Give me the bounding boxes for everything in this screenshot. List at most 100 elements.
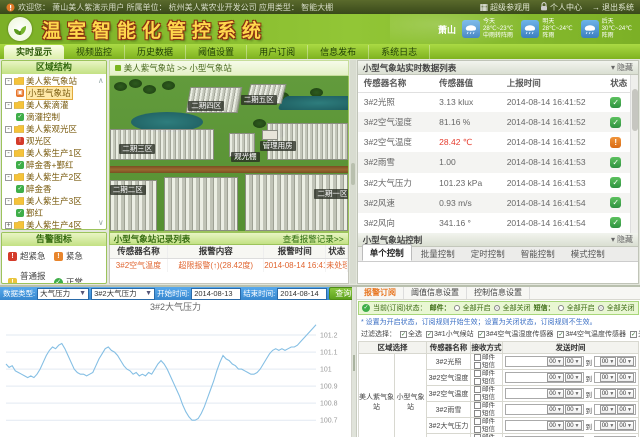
control-tab-3[interactable]: 智能控制 bbox=[514, 246, 562, 261]
checkbox-icon[interactable] bbox=[474, 354, 481, 361]
tree-toggle-icon[interactable]: - bbox=[5, 174, 12, 181]
checkbox-icon[interactable] bbox=[474, 394, 481, 401]
time-range-start-box[interactable]: 00▼00▼ bbox=[505, 404, 584, 415]
nav-tab-2[interactable]: 历史数据 bbox=[125, 45, 186, 59]
checkbox-icon[interactable] bbox=[474, 426, 481, 433]
tree-item-1[interactable]: ▣小型气象站 bbox=[2, 87, 106, 99]
end-date-input[interactable]: 2014-08-14 bbox=[277, 288, 327, 300]
tree-toggle-icon[interactable]: + bbox=[5, 222, 12, 229]
nav-tab-5[interactable]: 信息发布 bbox=[308, 45, 369, 59]
filter-item-1[interactable]: 3#1小气候站 bbox=[426, 329, 474, 339]
hour-select[interactable]: 00▼ bbox=[600, 389, 617, 398]
hour-select[interactable]: 00▼ bbox=[617, 373, 634, 382]
splitter-handle-icon[interactable] bbox=[351, 163, 355, 185]
tree-item-6[interactable]: -美人紫生产1区 bbox=[2, 147, 106, 159]
tree-item-4[interactable]: -美人紫观光区 bbox=[2, 123, 106, 135]
tree-toggle-icon[interactable]: - bbox=[5, 102, 12, 109]
hour-select[interactable]: 00▼ bbox=[547, 373, 564, 382]
recv-option[interactable]: 邮件 bbox=[474, 354, 495, 361]
recv-option[interactable]: 邮件 bbox=[474, 370, 495, 377]
realtime-row-0[interactable]: 3#2光照3.13 klux2014-08-14 16:41:52✓ bbox=[358, 92, 630, 112]
tree-toggle-icon[interactable]: - bbox=[5, 126, 12, 133]
start-date-input[interactable]: 2014-08-13 bbox=[191, 288, 241, 300]
filter-item-4[interactable]: 光照 bbox=[630, 329, 640, 339]
time-range-end-box[interactable]: 00▼00▼ bbox=[594, 356, 636, 367]
recv-option[interactable]: 短信 bbox=[474, 410, 495, 417]
hour-select[interactable]: 00▼ bbox=[565, 389, 582, 398]
nav-tab-6[interactable]: 系统日志 bbox=[369, 45, 430, 59]
hour-select[interactable]: 00▼ bbox=[547, 389, 564, 398]
nav-tab-0[interactable]: 实时显示 bbox=[4, 45, 64, 59]
checkbox-checked-icon[interactable] bbox=[630, 331, 637, 338]
userbar-menu-item-1[interactable]: 个人中心 bbox=[540, 2, 582, 13]
scroll-up-icon[interactable]: ∧ bbox=[98, 76, 104, 85]
tree-item-11[interactable]: ✓鄞红 bbox=[2, 207, 106, 219]
userbar-menu-item-0[interactable]: ▦超级参观用 bbox=[479, 2, 530, 13]
checkbox-icon[interactable] bbox=[474, 418, 481, 425]
tree-item-8[interactable]: -美人紫生产2区 bbox=[2, 171, 106, 183]
recv-option[interactable]: 邮件 bbox=[474, 418, 495, 425]
map-area-label-4[interactable]: 管理用房 bbox=[260, 141, 296, 151]
recv-option[interactable]: 短信 bbox=[474, 394, 495, 401]
nav-tab-4[interactable]: 用户订阅 bbox=[247, 45, 308, 59]
checkbox-icon[interactable] bbox=[474, 378, 481, 385]
map-area-label-5[interactable]: 二期二区 bbox=[110, 185, 146, 195]
checkbox-checked-icon[interactable] bbox=[478, 331, 485, 338]
realtime-row-3[interactable]: 3#2雨雪1.002014-08-14 16:41:53✓ bbox=[358, 152, 630, 172]
checkbox-icon[interactable] bbox=[474, 410, 481, 417]
hour-select[interactable]: 00▼ bbox=[547, 357, 564, 366]
recv-option[interactable]: 短信 bbox=[474, 378, 495, 385]
data-type-select[interactable]: 大气压力▼ bbox=[37, 288, 89, 300]
panel-splitter[interactable] bbox=[350, 60, 356, 284]
control-hide-link[interactable]: ▾隐藏 bbox=[611, 234, 633, 245]
farm-3d-map[interactable]: 二期四区二期五区二期三区观光棚管理用房二期二区二期一区 bbox=[109, 76, 349, 232]
time-range-end-box[interactable]: 00▼00▼ bbox=[594, 420, 636, 431]
tree-item-7[interactable]: ✓醉金香+鄞红 bbox=[2, 159, 106, 171]
realtime-row-1[interactable]: 3#2空气湿度81.16 %2014-08-14 16:41:52✓ bbox=[358, 112, 630, 132]
tree-item-5[interactable]: !观光区 bbox=[2, 135, 106, 147]
sensor-select[interactable]: 3#2大气压力▼ bbox=[91, 288, 155, 300]
scroll-down-icon[interactable]: ∨ bbox=[98, 218, 104, 227]
tree-item-2[interactable]: -美人紫滴灌 bbox=[2, 99, 106, 111]
sms-on-radio[interactable] bbox=[558, 305, 564, 311]
time-range-start-box[interactable]: 00▼00▼ bbox=[505, 356, 584, 367]
recv-option[interactable]: 邮件 bbox=[474, 386, 495, 393]
checkbox-icon[interactable] bbox=[474, 362, 481, 369]
map-area-label-6[interactable]: 二期一区 bbox=[314, 189, 348, 199]
checkbox-icon[interactable] bbox=[474, 370, 481, 377]
recv-option[interactable]: 邮件 bbox=[474, 402, 495, 409]
realtime-scrollbar[interactable] bbox=[630, 75, 638, 233]
tree-toggle-icon[interactable]: - bbox=[5, 198, 12, 205]
mail-on-radio[interactable] bbox=[454, 305, 460, 311]
checkbox-checked-icon[interactable] bbox=[426, 331, 433, 338]
map-area-label-2[interactable]: 二期三区 bbox=[119, 144, 155, 154]
control-tab-1[interactable]: 批量控制 bbox=[414, 246, 462, 261]
hour-select[interactable]: 00▼ bbox=[617, 405, 634, 414]
hour-select[interactable]: 00▼ bbox=[600, 373, 617, 382]
filter-item-0[interactable]: 全选 bbox=[400, 329, 422, 339]
tree-item-3[interactable]: ✓滴灌控制 bbox=[2, 111, 106, 123]
hour-select[interactable]: 00▼ bbox=[565, 405, 582, 414]
hour-select[interactable]: 00▼ bbox=[600, 421, 617, 430]
hour-select[interactable]: 00▼ bbox=[565, 421, 582, 430]
checkbox-checked-icon[interactable] bbox=[400, 331, 407, 338]
map-area-label-3[interactable]: 观光棚 bbox=[231, 152, 260, 162]
realtime-row-2[interactable]: 3#2空气温度28.42 ℃2014-08-14 16:41:52! bbox=[358, 132, 630, 152]
hour-select[interactable]: 00▼ bbox=[547, 421, 564, 430]
realtime-row-4[interactable]: 3#2大气压力101.23 kPa2014-08-14 16:41:53✓ bbox=[358, 173, 630, 193]
checkbox-checked-icon[interactable] bbox=[557, 331, 564, 338]
subscription-tab-2[interactable]: 控制信息设置 bbox=[467, 287, 530, 299]
mail-off-radio[interactable] bbox=[494, 305, 500, 311]
tree-item-10[interactable]: -美人紫生产3区 bbox=[2, 195, 106, 207]
time-range-start-box[interactable]: 00▼00▼ bbox=[505, 372, 584, 383]
realtime-hide-link[interactable]: ▾隐藏 bbox=[611, 62, 633, 73]
scrollbar-thumb[interactable] bbox=[632, 89, 638, 131]
map-area-label-0[interactable]: 二期四区 bbox=[188, 101, 224, 111]
hour-select[interactable]: 00▼ bbox=[600, 405, 617, 414]
realtime-row-5[interactable]: 3#2风速0.93 m/s2014-08-14 16:41:54✓ bbox=[358, 193, 630, 213]
checkbox-icon[interactable] bbox=[474, 386, 481, 393]
hour-select[interactable]: 00▼ bbox=[600, 357, 617, 366]
time-range-end-box[interactable]: 00▼00▼ bbox=[594, 404, 636, 415]
hour-select[interactable]: 00▼ bbox=[565, 373, 582, 382]
checkbox-icon[interactable] bbox=[474, 402, 481, 409]
